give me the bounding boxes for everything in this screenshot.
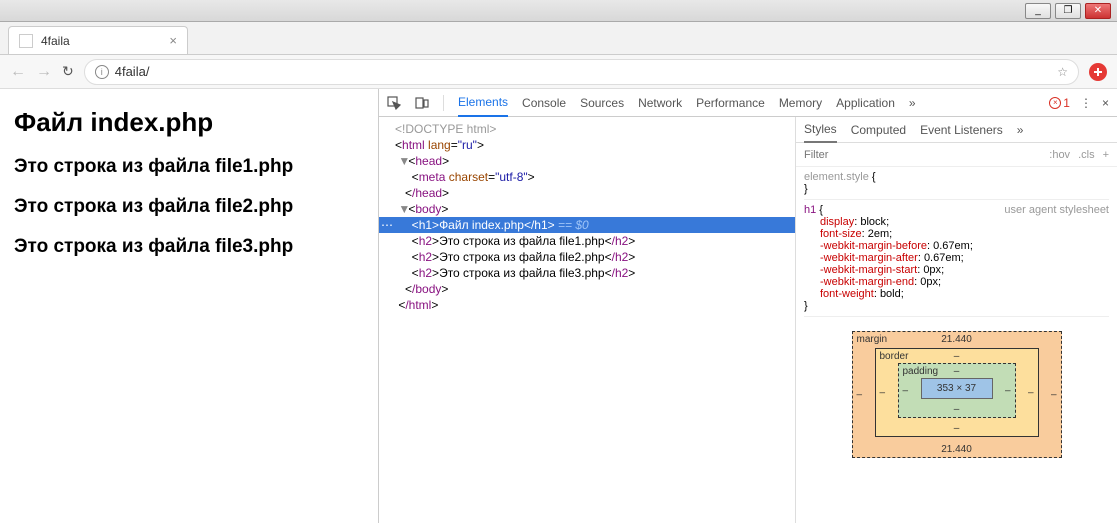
devtools-close-icon[interactable]: × <box>1102 96 1109 110</box>
styles-tabs: Styles Computed Event Listeners » <box>796 117 1117 143</box>
box-model[interactable]: margin 21.440 – – border – – – padding <box>852 331 1062 458</box>
page-line: Это строка из файла file2.php <box>14 196 364 218</box>
devtools: Elements Console Sources Network Perform… <box>378 89 1117 523</box>
window-close-button[interactable]: ✕ <box>1085 3 1111 19</box>
back-button[interactable]: ← <box>10 63 26 81</box>
styles-tab-listeners[interactable]: Event Listeners <box>920 118 1003 142</box>
page-line: Это строка из файла file3.php <box>14 236 364 258</box>
css-rule: user agent stylesheet h1 { display: bloc… <box>804 204 1109 317</box>
reload-button[interactable]: ↻ <box>62 63 74 80</box>
styles-filter-bar: :hov .cls + <box>796 143 1117 167</box>
hov-toggle[interactable]: :hov <box>1049 149 1070 161</box>
bookmark-star-icon[interactable]: ☆ <box>1057 65 1068 79</box>
site-info-icon[interactable]: i <box>95 65 109 79</box>
box-model-content: 353 × 37 <box>921 378 993 399</box>
extension-icon[interactable] <box>1089 63 1107 81</box>
tabs-overflow-icon[interactable]: » <box>909 90 916 116</box>
address-bar: ← → ↻ i 4faila/ ☆ <box>0 55 1117 89</box>
styles-filter-input[interactable] <box>804 149 1041 161</box>
page-heading: Файл index.php <box>14 107 364 138</box>
tab-sources[interactable]: Sources <box>580 90 624 116</box>
omnibox[interactable]: i 4faila/ ☆ <box>84 59 1079 85</box>
inspect-icon[interactable] <box>387 96 401 110</box>
rendered-page: Файл index.php Это строка из файла file1… <box>0 89 378 523</box>
devtools-menu-icon[interactable]: ⋮ <box>1080 96 1092 110</box>
new-rule-button[interactable]: + <box>1103 149 1109 161</box>
tab-network[interactable]: Network <box>638 90 682 116</box>
tab-title: 4faila <box>41 34 70 48</box>
tab-performance[interactable]: Performance <box>696 90 765 116</box>
styles-tab-styles[interactable]: Styles <box>804 117 837 143</box>
error-badge[interactable]: ×1 <box>1049 96 1070 110</box>
styles-panel: Styles Computed Event Listeners » :hov .… <box>795 117 1117 523</box>
tab-console[interactable]: Console <box>522 90 566 116</box>
browser-tab[interactable]: 4faila × <box>8 26 188 54</box>
devtools-toolbar: Elements Console Sources Network Perform… <box>379 89 1117 117</box>
tab-close-icon[interactable]: × <box>169 33 177 48</box>
styles-tab-computed[interactable]: Computed <box>851 118 906 142</box>
window-minimize-button[interactable]: _ <box>1025 3 1051 19</box>
separator <box>443 95 444 111</box>
tab-application[interactable]: Application <box>836 90 895 116</box>
devtools-body: <!DOCTYPE html> <html lang="ru"> ▼<head>… <box>379 117 1117 523</box>
favicon-icon <box>19 34 33 48</box>
window-maximize-button[interactable]: ❐ <box>1055 3 1081 19</box>
dom-selected-node: <h1>Файл index.php</h1> == $0 <box>379 217 795 233</box>
styles-tabs-overflow-icon[interactable]: » <box>1017 118 1024 142</box>
device-toggle-icon[interactable] <box>415 96 429 110</box>
page-line: Это строка из файла file1.php <box>14 156 364 178</box>
url-text: 4faila/ <box>115 64 150 79</box>
styles-rules[interactable]: element.style {} user agent stylesheet h… <box>796 167 1117 523</box>
browser-tab-bar: 4faila × <box>0 22 1117 55</box>
dom-tree[interactable]: <!DOCTYPE html> <html lang="ru"> ▼<head>… <box>379 117 795 523</box>
tab-memory[interactable]: Memory <box>779 90 822 116</box>
css-rule: element.style {} <box>804 171 1109 200</box>
window-titlebar: _ ❐ ✕ <box>0 0 1117 22</box>
workspace: Файл index.php Это строка из файла file1… <box>0 89 1117 523</box>
cls-toggle[interactable]: .cls <box>1078 149 1095 161</box>
forward-button[interactable]: → <box>36 63 52 81</box>
tab-elements[interactable]: Elements <box>458 89 508 117</box>
